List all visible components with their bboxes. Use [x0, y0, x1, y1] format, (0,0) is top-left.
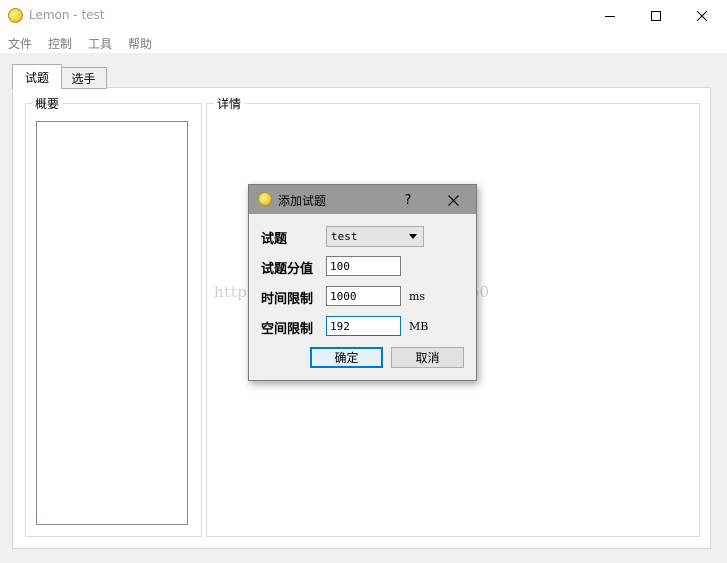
dialog-close-button[interactable] — [441, 189, 465, 211]
tab-problems[interactable]: 试题 — [12, 64, 62, 89]
time-unit: ms — [409, 290, 426, 303]
details-title: 详情 — [214, 95, 245, 112]
maximize-icon — [651, 10, 661, 21]
menu-bar: 文件 控制 工具 帮助 — [0, 31, 727, 53]
maximize-button[interactable] — [633, 0, 679, 31]
score-label: 试题分值 — [261, 262, 314, 277]
minimize-button[interactable] — [587, 0, 633, 31]
problem-label: 试题 — [261, 232, 288, 247]
close-icon — [696, 10, 708, 21]
chevron-down-icon — [409, 234, 417, 239]
add-problem-dialog: 添加试题 ? 试题 test 试题分值 100 时间限制 1000 ms 空间限… — [248, 184, 477, 381]
problem-select[interactable]: test — [326, 226, 424, 247]
menu-control[interactable]: 控制 — [48, 35, 72, 52]
minimize-icon — [605, 15, 615, 17]
window-title: Lemon - test — [29, 8, 105, 22]
dialog-title-bar: 添加试题 ? — [249, 185, 476, 214]
space-unit: MB — [409, 320, 429, 333]
ok-button[interactable]: 确定 — [310, 347, 383, 368]
lemon-dialog-icon — [258, 192, 272, 206]
overview-title: 概要 — [32, 95, 63, 112]
score-input[interactable]: 100 — [326, 256, 401, 276]
time-limit-input[interactable]: 1000 — [326, 286, 401, 306]
lemon-app-icon — [8, 8, 23, 23]
title-bar: Lemon - test — [0, 0, 727, 31]
problem-select-value: test — [331, 230, 358, 243]
menu-file[interactable]: 文件 — [8, 35, 32, 52]
menu-help[interactable]: 帮助 — [128, 35, 152, 52]
close-icon — [447, 194, 459, 206]
dialog-title: 添加试题 — [278, 194, 327, 208]
space-limit-label: 空间限制 — [261, 322, 314, 337]
space-limit-input[interactable]: 192 — [326, 316, 401, 336]
time-limit-label: 时间限制 — [261, 292, 314, 307]
help-button[interactable]: ? — [397, 189, 419, 211]
overview-tree[interactable] — [36, 121, 188, 525]
close-button[interactable] — [679, 0, 725, 31]
menu-tools[interactable]: 工具 — [88, 35, 112, 52]
tab-contestants[interactable]: 选手 — [60, 67, 107, 89]
cancel-button[interactable]: 取消 — [391, 347, 464, 368]
